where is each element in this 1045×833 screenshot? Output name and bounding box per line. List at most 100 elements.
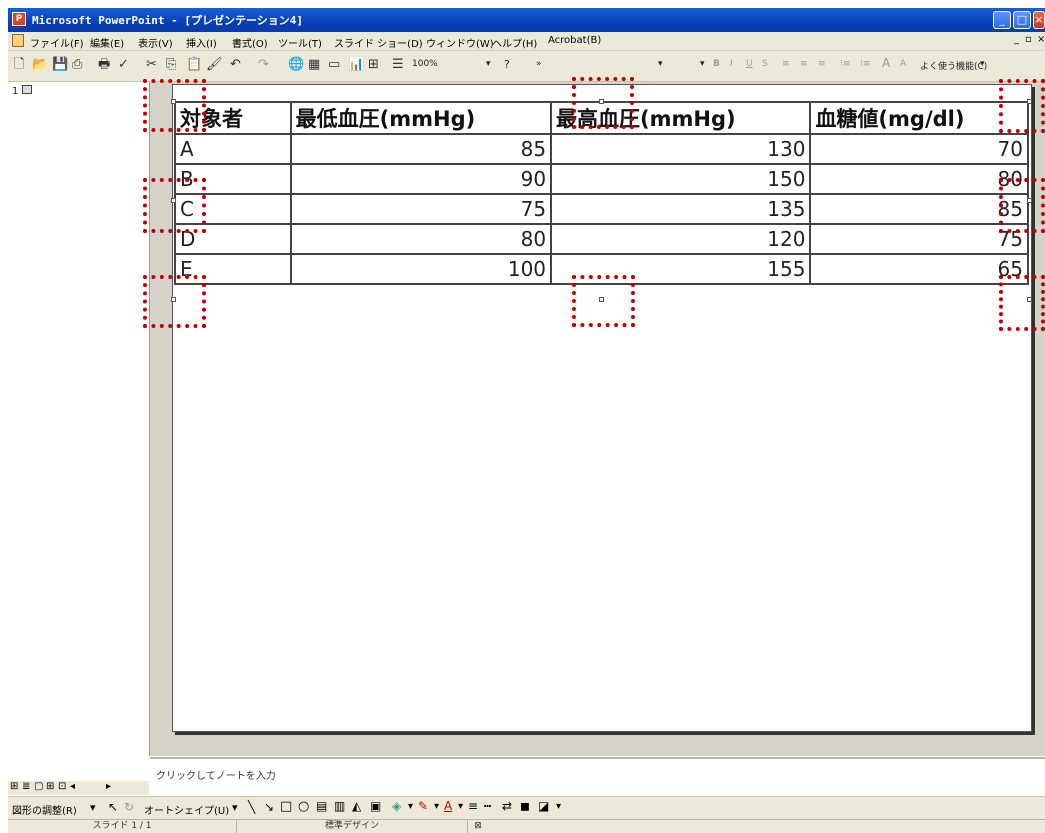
3d-style-icon[interactable]: ◪ xyxy=(538,799,549,813)
menu-window[interactable]: ウィンドウ(W) xyxy=(426,35,494,50)
cell-max-bp[interactable]: 135 xyxy=(550,193,812,225)
slide-thumb-icon[interactable] xyxy=(22,85,32,94)
more-features-dropdown-icon[interactable]: ▾ xyxy=(980,59,985,69)
align-center-icon[interactable]: ≡ xyxy=(800,59,808,69)
menu-edit[interactable]: 編集(E) xyxy=(90,35,124,50)
cell-glucose[interactable]: 85 xyxy=(809,193,1029,225)
permission-icon[interactable]: ⎙ xyxy=(72,56,82,74)
maximize-button[interactable]: □ xyxy=(1013,11,1031,29)
cell-min-bp[interactable]: 75 xyxy=(289,193,553,225)
line-style-icon[interactable]: ≡ xyxy=(468,799,478,813)
copy-icon[interactable]: ⎘ xyxy=(166,56,176,74)
fill-color-icon[interactable]: ◈ xyxy=(392,799,401,813)
toolbar-options-icon[interactable]: ▾ xyxy=(556,801,561,812)
align-right-icon[interactable]: ≡ xyxy=(818,59,826,69)
menu-slideshow[interactable]: スライド ショー(D) xyxy=(334,35,423,50)
sorter-view-icon[interactable]: ⊞ xyxy=(46,781,54,792)
new-slide-icon[interactable]: ⊞ xyxy=(368,56,379,74)
dash-style-icon[interactable]: ┅ xyxy=(484,799,491,813)
menu-insert[interactable]: 挿入(I) xyxy=(186,35,217,50)
align-left-icon[interactable]: ≡ xyxy=(782,59,790,69)
doc-close-icon[interactable]: × xyxy=(1037,34,1045,45)
wordart-icon[interactable]: ▥ xyxy=(334,799,345,813)
close-button[interactable]: × xyxy=(1033,11,1045,29)
italic-icon[interactable]: I xyxy=(730,59,733,69)
zoom-dropdown-icon[interactable]: ▾ xyxy=(486,59,491,69)
menu-tools[interactable]: ツール(T) xyxy=(278,35,322,50)
menu-file[interactable]: ファイル(F) xyxy=(30,35,84,50)
slideshow-view-icon[interactable]: ⊡ xyxy=(58,781,66,792)
arrow-style-icon[interactable]: ⇄ xyxy=(502,799,512,813)
draw-menu-button[interactable]: 図形の調整(R) xyxy=(12,802,77,817)
line-icon[interactable]: ╲ xyxy=(248,800,255,814)
select-objects-icon[interactable]: ↖ xyxy=(108,800,118,814)
insert-table-icon[interactable]: ▦ xyxy=(308,56,320,74)
clipart-icon[interactable]: ▣ xyxy=(370,799,381,813)
fill-dropdown-icon[interactable]: ▾ xyxy=(408,801,413,812)
print-icon[interactable]: 🖶 xyxy=(98,56,110,74)
spelling-icon[interactable]: ✓ xyxy=(118,56,129,74)
font-color-icon[interactable]: A xyxy=(444,799,452,813)
rectangle-icon[interactable]: □ xyxy=(280,799,292,814)
paste-icon[interactable]: 📋 xyxy=(186,56,202,74)
textbox-icon[interactable]: ▤ xyxy=(316,799,327,813)
insert-chart-icon[interactable]: 📊 xyxy=(348,56,364,74)
oval-icon[interactable]: ○ xyxy=(298,799,309,814)
header-min-bp[interactable]: 最低血圧(mmHg) xyxy=(289,101,553,135)
cell-glucose[interactable]: 65 xyxy=(809,253,1029,285)
underline-icon[interactable]: U xyxy=(746,59,753,69)
new-icon[interactable]: 🗋 xyxy=(14,56,24,74)
menu-acrobat[interactable]: Acrobat(B) xyxy=(548,35,601,46)
scroll-right-icon[interactable]: ▸ xyxy=(106,781,111,792)
shadow-icon[interactable]: S xyxy=(762,59,768,69)
help-icon[interactable]: ? xyxy=(504,56,510,74)
doc-minimize-icon[interactable]: _ xyxy=(1014,34,1019,45)
undo-icon[interactable]: ↶ xyxy=(230,56,241,74)
font-dropdown-icon[interactable]: ▾ xyxy=(658,59,663,69)
expand-all-icon[interactable]: ☰ xyxy=(392,56,404,74)
more-features-button[interactable]: よく使う機能(C) xyxy=(920,59,987,72)
slide-view-icon[interactable]: ▢ xyxy=(34,781,43,792)
cell-max-bp[interactable]: 120 xyxy=(550,223,812,255)
font-color-dropdown-icon[interactable]: ▾ xyxy=(458,801,463,812)
outline-view-icon[interactable]: ≣ xyxy=(22,781,30,792)
redo-icon[interactable]: ↷ xyxy=(258,56,269,74)
menu-view[interactable]: 表示(V) xyxy=(138,35,173,50)
doc-restore-icon[interactable]: ▫ xyxy=(1025,34,1032,45)
save-icon[interactable]: 💾 xyxy=(52,56,68,74)
open-icon[interactable]: 📂 xyxy=(32,56,48,74)
cell-min-bp[interactable]: 80 xyxy=(289,223,553,255)
cell-max-bp[interactable]: 130 xyxy=(550,133,812,165)
cell-min-bp[interactable]: 90 xyxy=(289,163,553,195)
diagram-icon[interactable]: ◭ xyxy=(352,799,361,813)
autoshape-button[interactable]: オートシェイプ(U) xyxy=(144,802,229,817)
cell-min-bp[interactable]: 85 xyxy=(289,133,553,165)
increase-font-icon[interactable]: A xyxy=(882,56,890,70)
notes-pane[interactable]: クリックしてノートを入力 xyxy=(150,757,1045,797)
menu-format[interactable]: 書式(O) xyxy=(232,35,268,50)
bold-icon[interactable]: B xyxy=(713,59,720,69)
tables-borders-icon[interactable]: ▭ xyxy=(328,56,340,74)
size-dropdown-icon[interactable]: ▾ xyxy=(700,59,705,69)
cell-glucose[interactable]: 75 xyxy=(809,223,1029,255)
format-painter-icon[interactable]: 🖌 xyxy=(206,56,223,74)
numbering-icon[interactable]: ⁝≡ xyxy=(840,59,850,69)
toolbar-options-icon[interactable]: » xyxy=(536,59,542,69)
autoshape-dropdown-icon[interactable]: ▾ xyxy=(232,801,238,814)
normal-view-icon[interactable]: ⊞ xyxy=(10,781,18,792)
zoom-value[interactable]: 100% xyxy=(412,59,438,69)
document-icon[interactable] xyxy=(12,34,24,47)
minimize-button[interactable]: _ xyxy=(993,11,1011,29)
menu-help[interactable]: ヘルプ(H) xyxy=(492,35,537,50)
scroll-left-icon[interactable]: ◂ xyxy=(70,781,75,792)
cell-glucose[interactable]: 70 xyxy=(809,133,1029,165)
cell-subject[interactable]: A xyxy=(174,133,292,165)
rotate-icon[interactable]: ↻ xyxy=(124,800,134,814)
cell-max-bp[interactable]: 150 xyxy=(550,163,812,195)
line-color-icon[interactable]: ✎ xyxy=(418,799,428,813)
cell-min-bp[interactable]: 100 xyxy=(289,253,553,285)
bullets-icon[interactable]: ⁝≡ xyxy=(860,59,870,69)
line-color-dropdown-icon[interactable]: ▾ xyxy=(434,801,439,812)
shadow-style-icon[interactable]: ◼ xyxy=(520,799,530,813)
cut-icon[interactable]: ✂ xyxy=(146,56,157,74)
